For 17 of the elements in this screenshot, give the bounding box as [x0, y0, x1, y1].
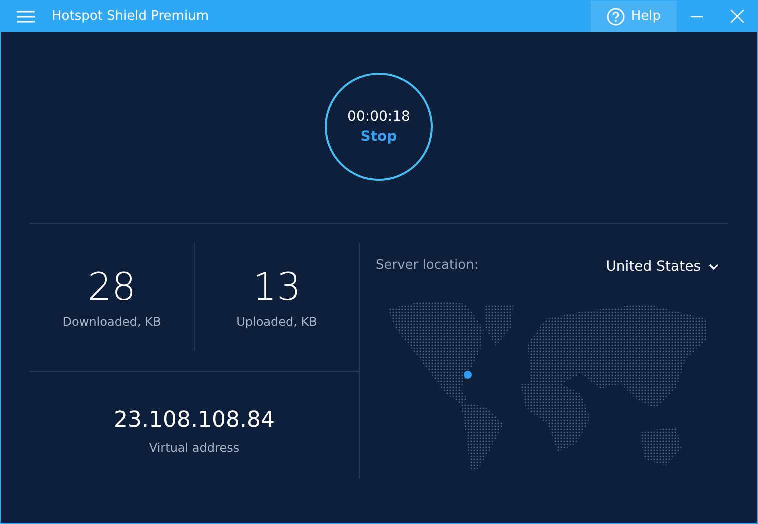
stat-value: 13: [252, 265, 302, 309]
stat-value: 28: [88, 265, 136, 309]
virtual-address-value: 23.108.108.84: [114, 408, 275, 433]
stop-label: Stop: [360, 128, 398, 144]
chevron-down-icon: [709, 264, 719, 270]
menu-icon[interactable]: [17, 10, 35, 22]
stat-label: Downloaded, KB: [62, 315, 162, 329]
stop-button[interactable]: 00:00:18 Stop: [325, 72, 433, 180]
close-icon: [730, 10, 744, 23]
connection-timer: 00:00:18: [348, 108, 410, 124]
minimize-icon: [691, 16, 703, 18]
window-title: Hotspot Shield Premium: [52, 9, 209, 24]
help-icon: [607, 8, 626, 26]
server-location-label: Server location:: [376, 258, 479, 272]
virtual-address-label: Virtual address: [149, 441, 240, 455]
stat-label: Uploaded, KB: [236, 315, 318, 329]
country-dropdown[interactable]: United States: [606, 255, 719, 275]
